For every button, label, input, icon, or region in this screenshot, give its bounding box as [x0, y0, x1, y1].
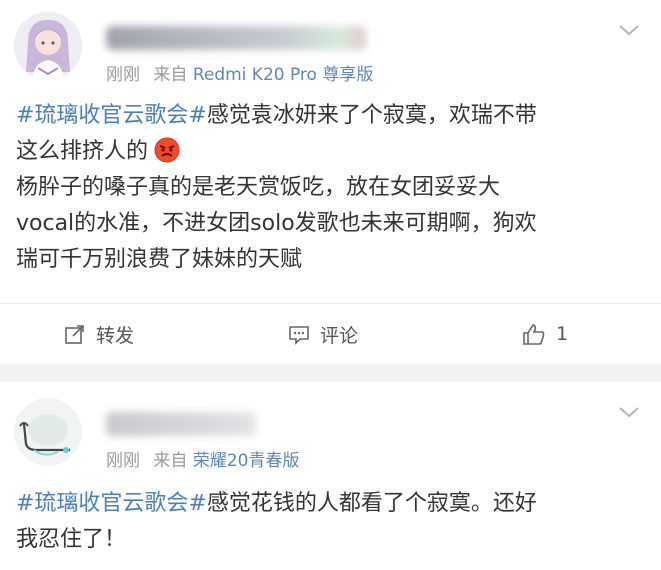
- username-blurred[interactable]: [106, 26, 366, 50]
- topic-link[interactable]: #琉璃收官云歌会#: [16, 491, 207, 516]
- comment-icon: [289, 326, 309, 345]
- feed-separator: [0, 364, 661, 382]
- repost-label: 转发: [96, 324, 135, 347]
- text-line: vocal的水准，不进女团solo发歌也未来可期啊，狗欢: [16, 211, 537, 236]
- repost-button[interactable]: 转发: [64, 304, 134, 364]
- post-time: 刚刚: [106, 65, 140, 85]
- post-meta: 刚刚 来自 荣耀20青春版: [106, 446, 299, 471]
- chevron-down-icon[interactable]: [617, 22, 641, 38]
- avatar[interactable]: [14, 12, 82, 80]
- post-meta: 刚刚 来自 Redmi K20 Pro 尊享版: [106, 60, 373, 85]
- like-count: 1: [556, 323, 569, 345]
- topic-link[interactable]: #琉璃收官云歌会#: [16, 103, 207, 128]
- angry-face-emoji: [154, 137, 180, 163]
- avatar[interactable]: [14, 398, 82, 466]
- username-blurred[interactable]: [106, 412, 256, 436]
- weibo-feed: 刚刚 来自 Redmi K20 Pro 尊享版 #琉璃收官云歌会#感觉袁冰妍来了…: [0, 0, 661, 570]
- source-device[interactable]: 荣耀20青春版: [193, 451, 300, 471]
- post-text: #琉璃收官云歌会#感觉袁冰妍来了个寂寞，欢瑞不带 这么排挤人的 杨肸子的嗓子真的…: [16, 98, 642, 278]
- source-prefix: 来自: [153, 451, 188, 471]
- text-line: 杨肸子的嗓子真的是老天赏饭吃，放在女团妥妥大: [16, 175, 501, 200]
- like-button[interactable]: 1: [522, 304, 568, 364]
- comment-label: 评论: [320, 324, 359, 347]
- text-line: #琉璃收官云歌会#感觉花钱的人都看了个寂寞。还好: [16, 491, 537, 516]
- like-icon: [523, 324, 545, 345]
- repost-icon: [65, 325, 84, 344]
- post-text: #琉璃收官云歌会#感觉花钱的人都看了个寂寞。还好 我忍住了！: [16, 486, 642, 558]
- comment-button[interactable]: 评论: [288, 304, 358, 364]
- post-card: 刚刚 来自 荣耀20青春版 #琉璃收官云歌会#感觉花钱的人都看了个寂寞。还好 我…: [0, 382, 661, 570]
- text-line: 瑞可千万别浪费了妹妹的天赋: [16, 247, 303, 272]
- chevron-down-icon[interactable]: [617, 404, 641, 420]
- text-line: 这么排挤人的: [16, 134, 642, 170]
- post-time: 刚刚: [106, 451, 140, 471]
- source-prefix: 来自: [153, 65, 188, 85]
- post-actions: 转发 评论 1: [0, 303, 661, 364]
- source-device[interactable]: Redmi K20 Pro 尊享版: [193, 65, 374, 85]
- post-card: 刚刚 来自 Redmi K20 Pro 尊享版 #琉璃收官云歌会#感觉袁冰妍来了…: [0, 0, 661, 364]
- text-line: #琉璃收官云歌会#感觉袁冰妍来了个寂寞，欢瑞不带: [16, 103, 537, 128]
- text-line: 我忍住了！: [16, 527, 127, 552]
